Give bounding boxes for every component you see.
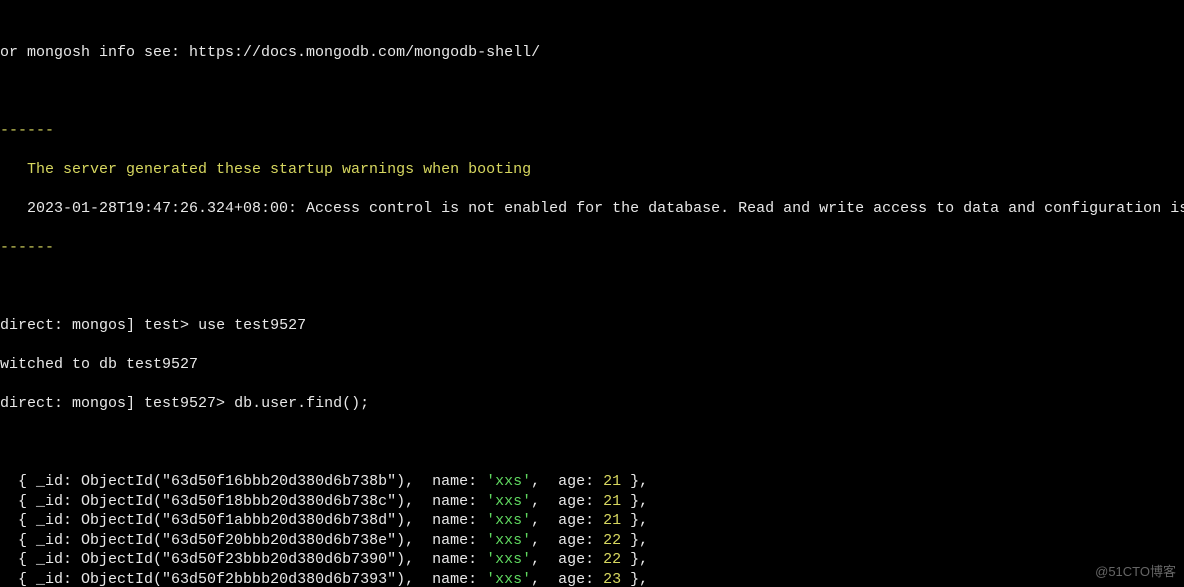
- prompt-line-1: direct: mongos] test> use test9527: [0, 316, 1184, 336]
- blank-line: [0, 433, 1184, 453]
- query-result-list: { _id: ObjectId("63d50f16bbb20d380d6b738…: [0, 472, 1184, 587]
- prompt-prefix: direct: mongos]: [0, 317, 144, 334]
- separator-line: ------: [0, 121, 1184, 141]
- separator-line: ------: [0, 238, 1184, 258]
- result-row: { _id: ObjectId("63d50f1abbb20d380d6b738…: [0, 511, 1184, 531]
- result-row: { _id: ObjectId("63d50f23bbb20d380d6b739…: [0, 550, 1184, 570]
- prompt-prefix: direct: mongos]: [0, 395, 144, 412]
- result-row: { _id: ObjectId("63d50f18bbb20d380d6b738…: [0, 492, 1184, 512]
- switched-db-line: witched to db test9527: [0, 355, 1184, 375]
- access-control-warning: 2023-01-28T19:47:26.324+08:00: Access co…: [0, 199, 1184, 219]
- result-row: { _id: ObjectId("63d50f16bbb20d380d6b738…: [0, 472, 1184, 492]
- watermark: @51CTO博客: [1095, 564, 1176, 581]
- prompt-db: test: [144, 317, 180, 334]
- command-find: db.user.find();: [234, 395, 369, 412]
- prompt-line-2: direct: mongos] test9527> db.user.find()…: [0, 394, 1184, 414]
- prompt-db: test9527: [144, 395, 216, 412]
- result-row: { _id: ObjectId("63d50f2bbbb20d380d6b739…: [0, 570, 1184, 587]
- mongosh-info-line: or mongosh info see: https://docs.mongod…: [0, 43, 1184, 63]
- startup-warning-line: The server generated these startup warni…: [0, 160, 1184, 180]
- result-row: { _id: ObjectId("63d50f20bbb20d380d6b738…: [0, 531, 1184, 551]
- terminal-output[interactable]: or mongosh info see: https://docs.mongod…: [0, 0, 1184, 587]
- command-use: use test9527: [198, 317, 306, 334]
- blank-line: [0, 82, 1184, 102]
- blank-line: [0, 277, 1184, 297]
